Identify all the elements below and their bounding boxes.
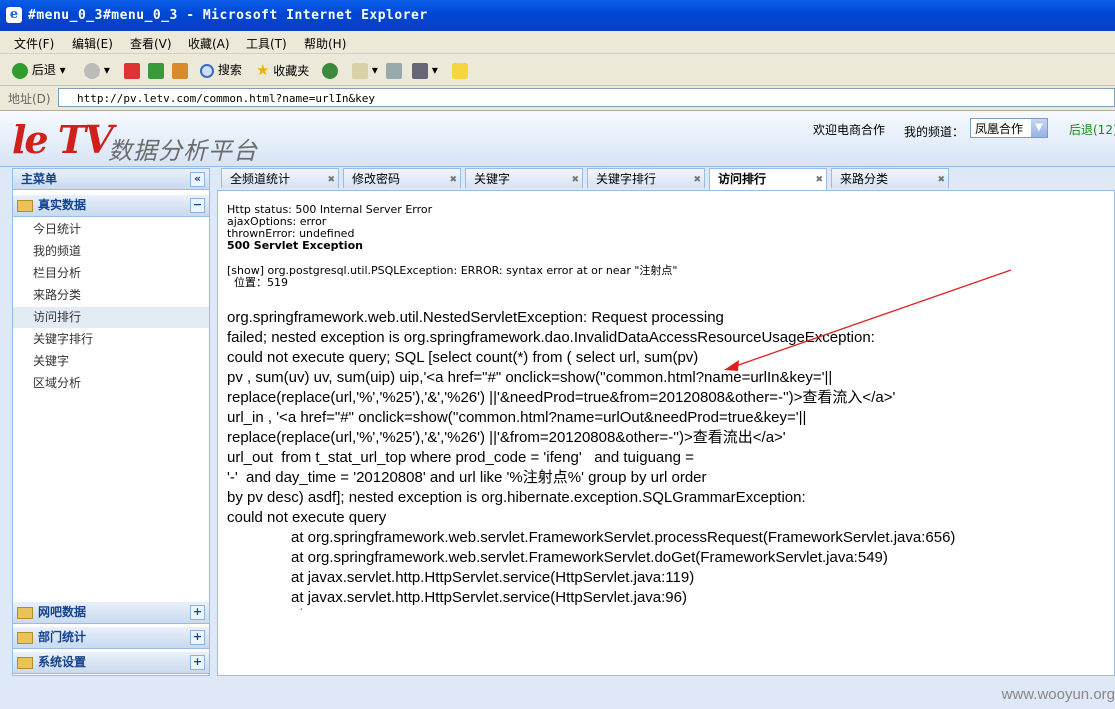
section-real-data[interactable]: 真实数据 − <box>13 195 209 217</box>
watermark: www.wooyun.org <box>1001 686 1115 703</box>
print-button[interactable] <box>386 60 402 80</box>
letv-logo: le TV <box>12 117 114 162</box>
stop-button[interactable] <box>124 60 140 80</box>
window-title: #menu_0_3#menu_0_3 - Microsoft Internet … <box>28 8 428 23</box>
media-icon <box>322 62 338 79</box>
sidebar-title: 主菜单 <box>21 172 58 186</box>
home-icon <box>172 62 188 79</box>
close-icon[interactable]: ✖ <box>327 170 335 190</box>
folder-icon <box>17 656 33 669</box>
close-icon[interactable]: ✖ <box>571 170 579 190</box>
menu-tools[interactable]: 工具(T) <box>246 35 287 52</box>
refresh-icon <box>148 62 164 79</box>
section-netbar[interactable]: 网吧数据 + <box>13 602 209 624</box>
sidebar-item-region[interactable]: 区域分析 <box>33 373 209 394</box>
mail-button[interactable]: ▾ <box>352 60 378 80</box>
mail-icon <box>352 62 368 79</box>
channel-select-value: 凤凰合作 <box>975 122 1024 136</box>
tab-strip: 全频道统计 ✖ 修改密码 ✖ 关键字 ✖ 关键字排行 ✖ 访问排行 ✖ 来路分类 ✖ <box>218 168 1115 190</box>
tab-keyword[interactable]: 关键字 ✖ <box>465 168 583 188</box>
page-header: le TV 数据分析平台 欢迎电商合作 我的频道： 凤凰合作 ▼ 后退(12) <box>0 111 1115 167</box>
address-label: 地址(D) <box>8 92 51 106</box>
content-panel: Http status: 500 Internal Server Error a… <box>217 190 1115 676</box>
folder-icon <box>17 199 33 212</box>
note-icon <box>452 62 468 79</box>
tab-referrer[interactable]: 来路分类 ✖ <box>831 168 949 188</box>
minus-icon[interactable]: − <box>190 198 205 213</box>
menu-edit[interactable]: 编辑(E) <box>72 35 113 52</box>
sidebar-item-column[interactable]: 栏目分析 <box>33 263 209 284</box>
section-dept[interactable]: 部门统计 + <box>13 627 209 649</box>
sidebar-item-keyword-rank[interactable]: 关键字排行 <box>33 329 209 350</box>
menu-view[interactable]: 查看(V) <box>130 35 172 52</box>
sidebar: 主菜单 « 真实数据 − 今日统计 我的频道 栏目分析 来路分类 访问排行 关键… <box>12 168 210 676</box>
annotation-arrow <box>724 269 1012 371</box>
tab-all-channel[interactable]: 全频道统计 ✖ <box>221 168 339 188</box>
plus-icon[interactable]: + <box>190 655 205 670</box>
home-button[interactable] <box>172 60 188 80</box>
tab-visit-rank[interactable]: 访问排行 ✖ <box>709 168 827 190</box>
close-icon[interactable]: ✖ <box>815 170 823 190</box>
close-icon[interactable]: ✖ <box>937 170 945 190</box>
search-icon <box>200 63 214 78</box>
edit-button[interactable]: ▾ <box>412 60 438 80</box>
sidebar-item-my-channel[interactable]: 我的频道 <box>33 241 209 262</box>
address-bar: 地址(D) http://pv.letv.com/common.html?nam… <box>0 86 1115 111</box>
tab-keyword-rank[interactable]: 关键字排行 ✖ <box>587 168 705 188</box>
plus-icon[interactable]: + <box>190 605 205 620</box>
menu-favorites[interactable]: 收藏(A) <box>188 35 230 52</box>
close-icon[interactable]: ✖ <box>693 170 701 190</box>
my-channel-label: 我的频道： <box>904 125 965 139</box>
sidebar-item-today[interactable]: 今日统计 <box>33 219 209 240</box>
edit-icon <box>412 62 428 79</box>
close-icon[interactable]: ✖ <box>449 170 457 190</box>
toolbar: 后退 ▾ ▾ 搜索 ★ 收藏夹 ▾ ▾ <box>0 54 1115 86</box>
section-system[interactable]: 系统设置 + <box>13 652 209 674</box>
favorites-button[interactable]: ★ 收藏夹 <box>256 60 309 80</box>
sidebar-item-visit-rank[interactable]: 访问排行 <box>13 307 209 328</box>
folder-icon <box>17 606 33 619</box>
tab-change-password[interactable]: 修改密码 ✖ <box>343 168 461 188</box>
discuss-button[interactable] <box>452 60 468 80</box>
forward-button[interactable]: ▾ <box>84 60 110 80</box>
sidebar-header: 主菜单 « <box>13 169 209 190</box>
sidebar-item-keyword[interactable]: 关键字 <box>33 351 209 372</box>
stop-icon <box>124 62 140 79</box>
collapse-icon[interactable]: « <box>190 172 205 187</box>
forward-arrow-icon <box>84 62 100 79</box>
sidebar-item-referrer[interactable]: 来路分类 <box>33 285 209 306</box>
refresh-button[interactable] <box>148 60 164 80</box>
back-arrow-icon <box>12 62 28 79</box>
window-titlebar: e #menu_0_3#menu_0_3 - Microsoft Interne… <box>0 0 1115 31</box>
folder-icon <box>17 631 33 644</box>
menu-file[interactable]: 文件(F) <box>14 35 54 52</box>
address-input[interactable]: http://pv.letv.com/common.html?name=urlI… <box>58 88 1115 107</box>
plus-icon[interactable]: + <box>190 630 205 645</box>
ecommerce-link[interactable]: 欢迎电商合作 <box>813 121 885 138</box>
menu-help[interactable]: 帮助(H) <box>304 35 346 52</box>
media-button[interactable] <box>322 60 338 80</box>
channel-select[interactable]: 凤凰合作 ▼ <box>970 118 1048 138</box>
back-link[interactable]: 后退(12) <box>1069 121 1115 138</box>
search-button[interactable]: 搜索 <box>200 60 242 80</box>
back-button[interactable]: 后退 ▾ <box>12 60 66 80</box>
ie-icon: e <box>6 7 22 23</box>
chevron-down-icon: ▼ <box>1031 119 1047 137</box>
menu-bar: 文件(F) 编辑(E) 查看(V) 收藏(A) 工具(T) 帮助(H) <box>0 31 1115 54</box>
print-icon <box>386 62 402 79</box>
platform-title: 数据分析平台 <box>108 137 258 165</box>
star-icon: ★ <box>256 61 270 79</box>
